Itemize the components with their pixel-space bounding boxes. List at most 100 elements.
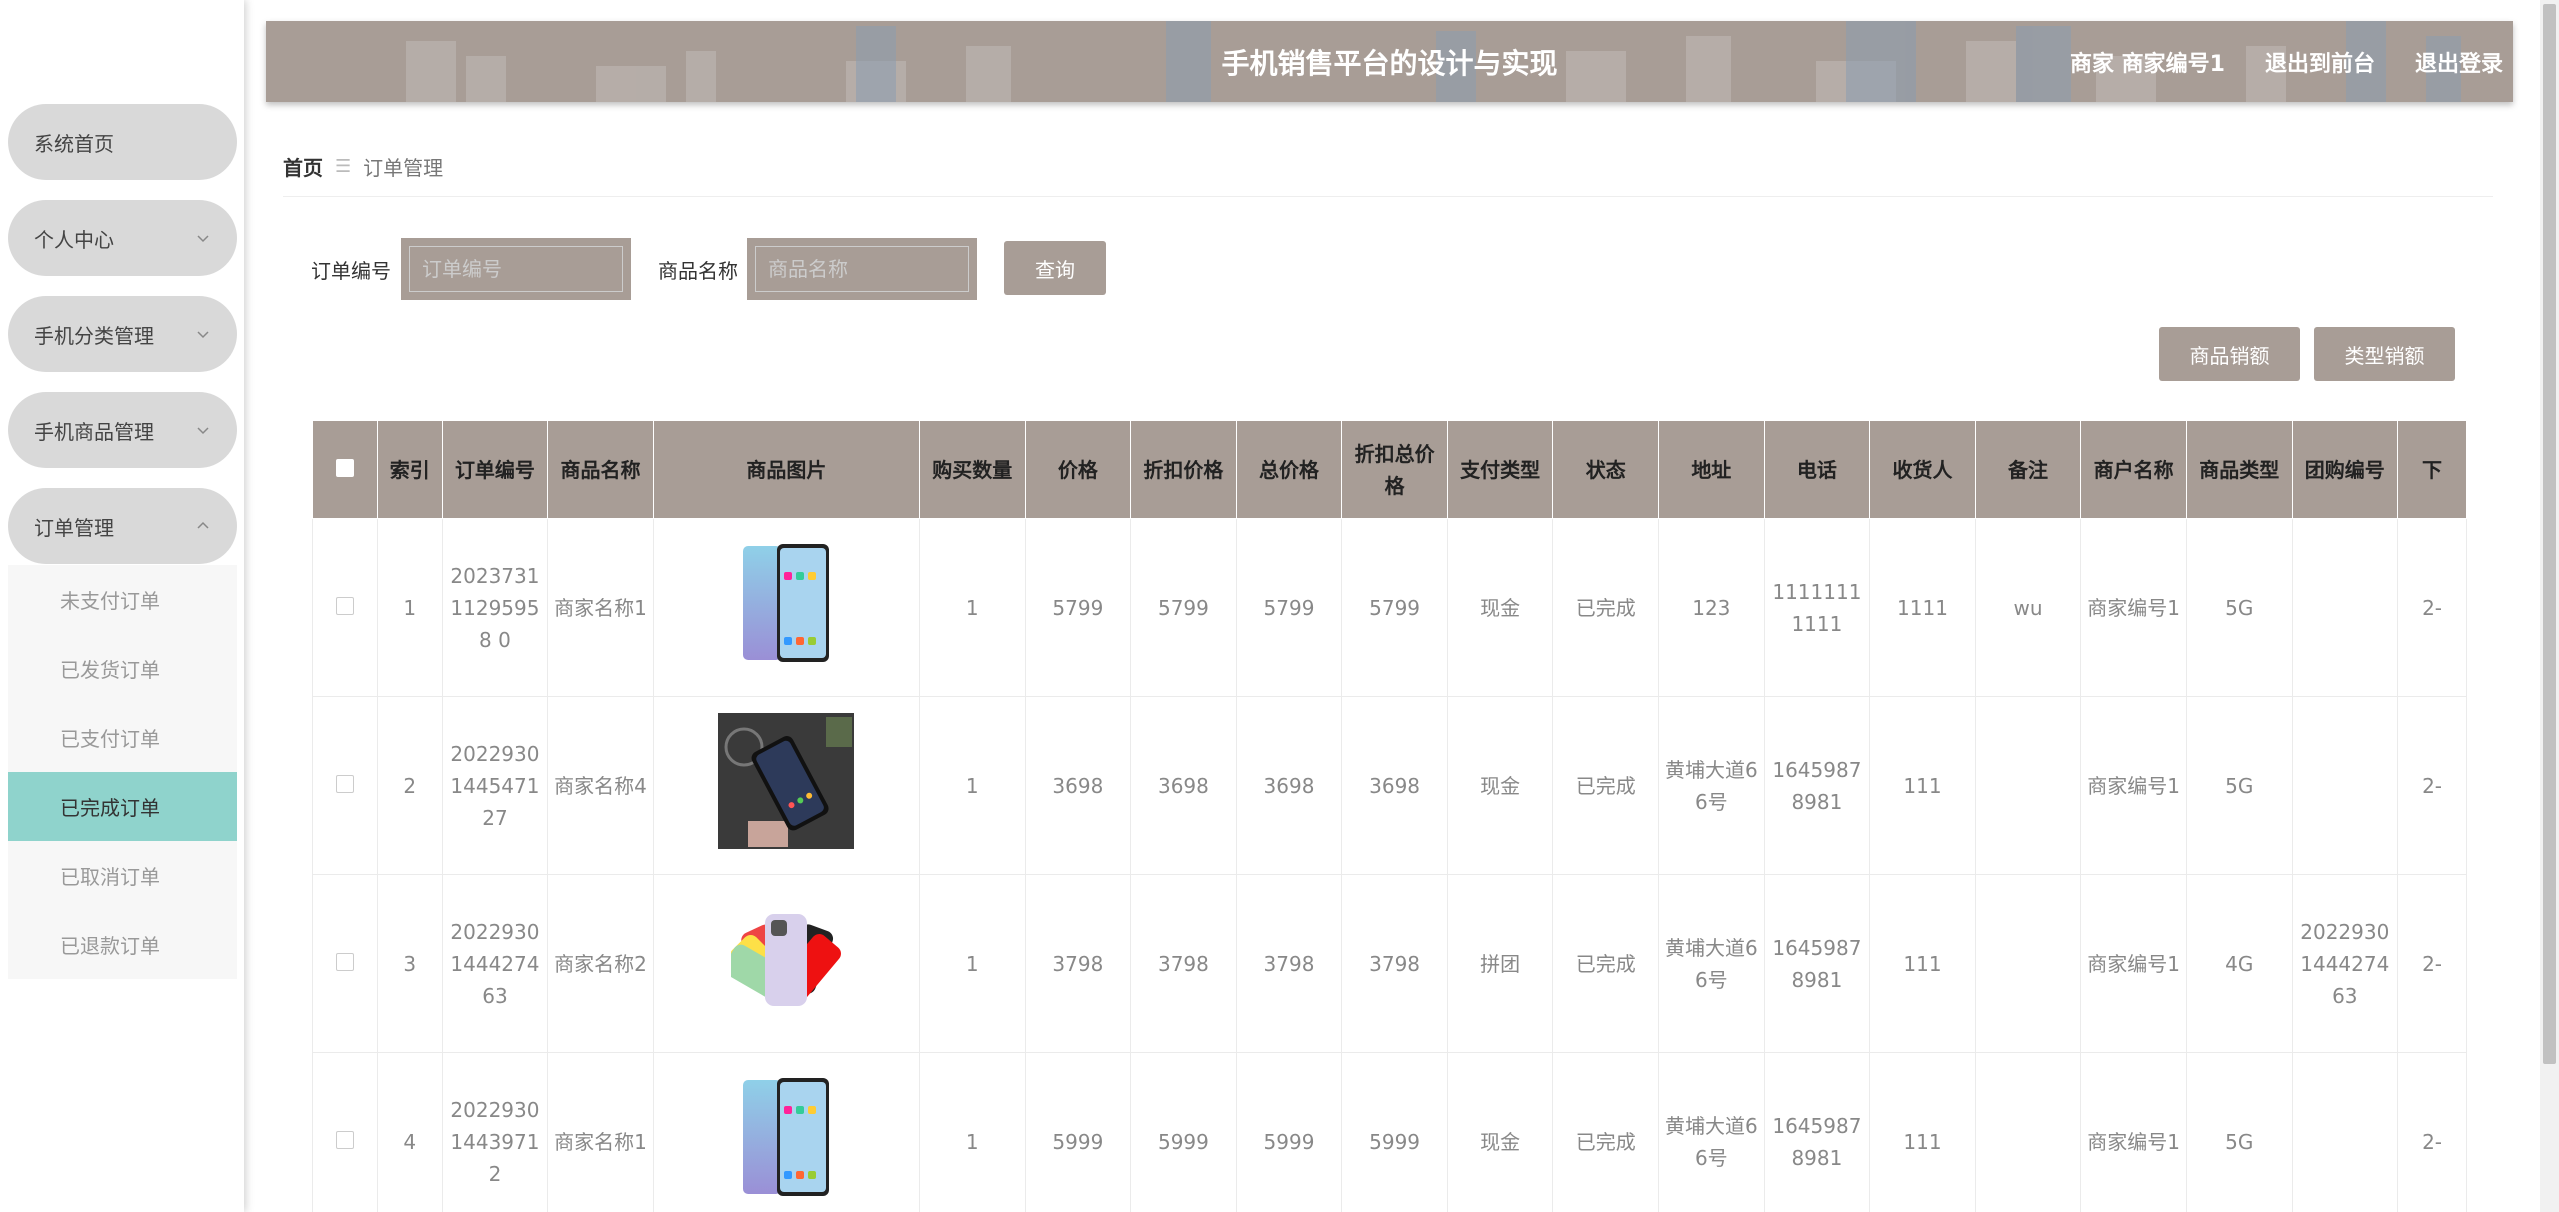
submenu-completed[interactable]: 已完成订单 — [8, 772, 237, 841]
sidebar-item-label: 系统首页 — [34, 131, 114, 156]
cell-discount-total: 5999 — [1341, 1052, 1448, 1212]
cell-phone: 16459878981 — [1763, 1052, 1871, 1212]
sidebar: 系统首页 个人中心 手机分类管理 手机商品管理 订单管理 未支付订单 已发货订单… — [0, 0, 244, 1212]
submenu-cancelled[interactable]: 已取消订单 — [8, 841, 237, 910]
cell-extra: 2- — [2397, 874, 2467, 1053]
submenu-unpaid[interactable]: 未支付订单 — [8, 565, 237, 634]
cell-product: 商家名称2 — [547, 874, 654, 1053]
cell-note: wu — [1974, 518, 2082, 697]
breadcrumb-home[interactable]: 首页 — [283, 152, 323, 181]
table-row[interactable]: 2 20229301445471 27 商家名称4 1 3698 3698 3698 3698… — [312, 696, 2467, 875]
cell-discount: 3698 — [1130, 696, 1237, 875]
cell-type: 4G — [2185, 874, 2293, 1053]
col-header: 价格 — [1024, 420, 1132, 519]
cell-status: 已完成 — [1552, 696, 1660, 875]
cell-total: 3698 — [1235, 696, 1343, 875]
logout-link[interactable]: 退出登录 — [2415, 46, 2503, 78]
sidebar-item-products[interactable]: 手机商品管理 — [8, 392, 237, 468]
cell-group: 2022930144427463 — [2291, 874, 2399, 1053]
submenu-paid[interactable]: 已支付订单 — [8, 703, 237, 772]
cell-price: 3698 — [1024, 696, 1132, 875]
col-header: 团购编号 — [2291, 420, 2399, 519]
row-checkbox[interactable] — [335, 1130, 354, 1149]
type-sales-button[interactable]: 类型销额 — [2314, 327, 2455, 381]
cell-note — [1974, 874, 2082, 1053]
cell-qty: 1 — [918, 1052, 1026, 1212]
col-header: 订单编号 — [441, 420, 549, 519]
query-button[interactable]: 查询 — [1004, 241, 1106, 295]
chevron-down-icon — [195, 200, 211, 276]
product-image — [741, 544, 831, 669]
col-header: 状态 — [1552, 420, 1660, 519]
cell-index: 1 — [376, 518, 443, 697]
table-row[interactable]: 1 202373111295958 0 商家名称1 1 5799 5799 5799 5799… — [312, 518, 2467, 697]
cell-order-no: 20229301444274 63 — [441, 874, 549, 1053]
cell-price: 3798 — [1024, 874, 1132, 1053]
cell-group — [2291, 696, 2399, 875]
breadcrumb: 首页 ☰ 订单管理 — [283, 152, 443, 181]
product-name-input[interactable] — [755, 246, 969, 292]
row-checkbox[interactable] — [335, 952, 354, 971]
cell-index: 2 — [376, 696, 443, 875]
submenu-refunded[interactable]: 已退款订单 — [8, 910, 237, 979]
select-all-checkbox[interactable] — [335, 458, 354, 477]
product-image-cell — [652, 1052, 920, 1212]
sidebar-item-profile[interactable]: 个人中心 — [8, 200, 237, 276]
cell-order-no: 20229301445471 27 — [441, 696, 549, 875]
vertical-scrollbar[interactable] — [2540, 0, 2559, 1212]
col-header: 折扣价格 — [1130, 420, 1237, 519]
col-header: 折扣总价格 — [1341, 420, 1448, 519]
sidebar-item-category[interactable]: 手机分类管理 — [8, 296, 237, 372]
sales-amount-button[interactable]: 商品销额 — [2159, 327, 2300, 381]
product-image-cell — [652, 518, 920, 697]
cell-discount: 5799 — [1130, 518, 1237, 697]
cell-total: 3798 — [1235, 874, 1343, 1053]
scrollbar-thumb[interactable] — [2543, 4, 2556, 1064]
cell-merchant: 商家编号1 — [2080, 874, 2187, 1053]
cell-phone: 16459878981 — [1763, 874, 1871, 1053]
cell-note — [1974, 1052, 2082, 1212]
col-header: 商品类型 — [2185, 420, 2293, 519]
cell-merchant: 商家编号1 — [2080, 1052, 2187, 1212]
table-row[interactable]: 4 20229301443971 2 商家名称1 1 5999 5999 5999 5999 现… — [312, 1052, 2467, 1212]
cell-receiver: 111 — [1869, 1052, 1976, 1212]
cell-pay: 现金 — [1446, 518, 1554, 697]
chevron-down-icon — [195, 392, 211, 468]
cell-price: 5999 — [1024, 1052, 1132, 1212]
orders-table-wrap: 索引 订单编号 商品名称 商品图片 购买数量 价格 折扣价格 总价格 折扣总价格… — [312, 420, 2467, 1212]
row-select-cell — [312, 518, 378, 697]
col-header: 下 — [2397, 420, 2467, 519]
cell-address: 黄埔大道66号 — [1658, 874, 1765, 1053]
sidebar-item-label: 个人中心 — [34, 227, 114, 252]
col-header: 地址 — [1658, 420, 1765, 519]
cell-discount-total: 3798 — [1341, 874, 1448, 1053]
product-image-cell — [652, 874, 920, 1053]
col-header: 支付类型 — [1446, 420, 1554, 519]
cell-qty: 1 — [918, 874, 1026, 1053]
front-link[interactable]: 退出到前台 — [2265, 46, 2375, 78]
cell-pay: 拼团 — [1446, 874, 1554, 1053]
col-header: 索引 — [376, 420, 443, 519]
row-select-cell — [312, 874, 378, 1053]
divider — [283, 196, 2493, 197]
cell-order-no: 202373111295958 0 — [441, 518, 549, 697]
orders-table: 索引 订单编号 商品名称 商品图片 购买数量 价格 折扣价格 总价格 折扣总价格… — [312, 420, 2467, 1212]
cell-order-no: 20229301443971 2 — [441, 1052, 549, 1212]
cell-product: 商家名称1 — [547, 518, 654, 697]
cell-type: 5G — [2185, 1052, 2293, 1212]
product-image — [718, 713, 855, 854]
cell-pay: 现金 — [1446, 1052, 1554, 1212]
product-name-field-wrap — [747, 238, 977, 300]
col-header: 购买数量 — [918, 420, 1026, 519]
row-checkbox[interactable] — [335, 774, 354, 793]
cell-price: 5799 — [1024, 518, 1132, 697]
order-no-input[interactable] — [409, 246, 623, 292]
col-header: 商户名称 — [2080, 420, 2187, 519]
submenu-shipped[interactable]: 已发货订单 — [8, 634, 237, 703]
sidebar-item-home[interactable]: 系统首页 — [8, 104, 237, 180]
cell-merchant: 商家编号1 — [2080, 518, 2187, 697]
sidebar-item-orders[interactable]: 订单管理 — [8, 488, 237, 564]
col-header: 备注 — [1974, 420, 2082, 519]
row-checkbox[interactable] — [335, 596, 354, 615]
table-row[interactable]: 3 20229301444274 63 商家名称2 1 3798 3798 3798 3798… — [312, 874, 2467, 1053]
